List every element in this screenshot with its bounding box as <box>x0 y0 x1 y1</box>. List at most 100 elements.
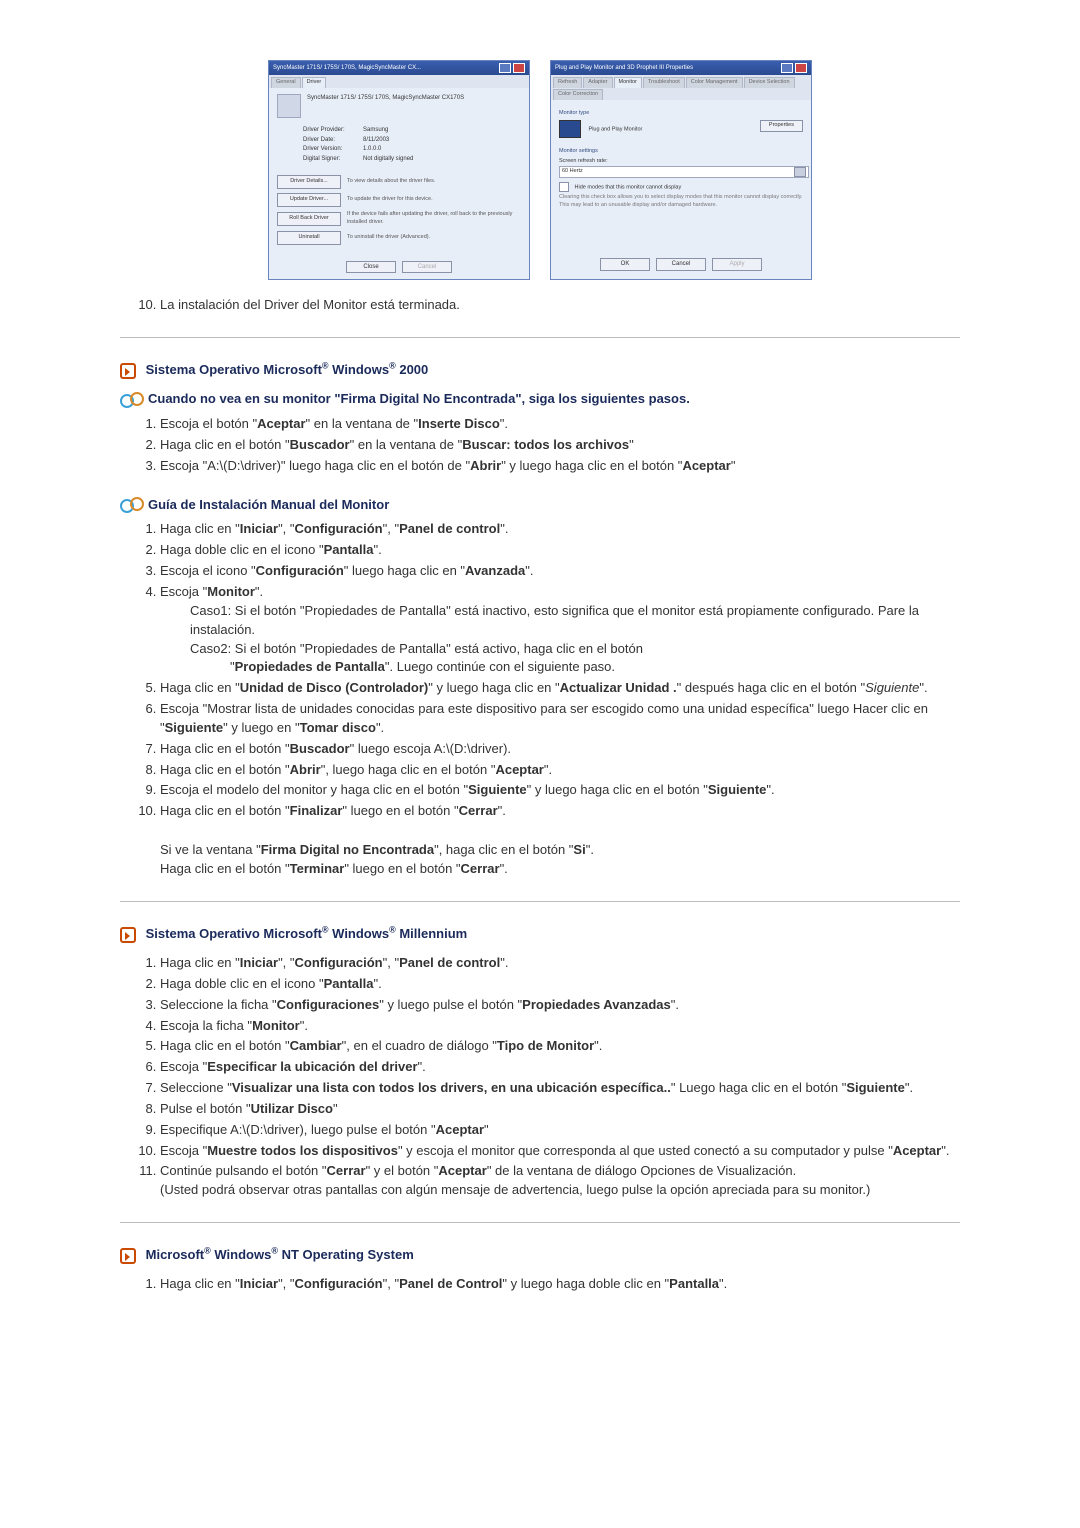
pnp-refresh-select[interactable]: 60 Hertz <box>559 166 809 178</box>
pnp-ok-button[interactable]: OK <box>600 258 650 271</box>
heading-win2000: Sistema Operativo Microsoft® Windows® 20… <box>120 360 960 380</box>
driver-cancel-button[interactable]: Cancel <box>402 261 452 274</box>
list-item: Escoja el botón "Aceptar" en la ventana … <box>160 415 960 434</box>
list-item: Haga clic en "Iniciar", "Configuración",… <box>160 954 960 973</box>
heading-winnt: Microsoft® Windows® NT Operating System <box>120 1245 960 1265</box>
pnp-tab[interactable]: Device Selection <box>744 77 795 88</box>
pnp-apply-button[interactable]: Apply <box>712 258 762 271</box>
win2000-list-1: Escoja el botón "Aceptar" en la ventana … <box>120 415 960 476</box>
monitor-icon <box>559 120 581 138</box>
tab-driver[interactable]: Driver <box>302 77 327 88</box>
pnp-refresh-label: Screen refresh rate: <box>559 158 803 166</box>
list-item: La instalación del Driver del Monitor es… <box>160 296 960 315</box>
pnp-tab[interactable]: Color Correction <box>553 89 603 100</box>
pnp-tab[interactable]: Monitor <box>614 77 642 88</box>
winnt-list: Haga clic en "Iniciar", "Configuración",… <box>120 1275 960 1294</box>
pnp-section-settings: Monitor settings <box>559 148 803 156</box>
close-icon[interactable] <box>795 63 807 73</box>
pnp-tab[interactable]: Color Management <box>686 77 743 88</box>
pnp-section-type: Monitor type <box>559 110 803 118</box>
close-icon[interactable] <box>513 63 525 73</box>
pnp-monitor-name: Plug and Play Monitor <box>589 126 643 132</box>
heading-text: Sistema Operativo Microsoft® Windows® Mi… <box>146 926 468 941</box>
gears-icon <box>120 392 142 408</box>
list-item: Escoja "Mostrar lista de unidades conoci… <box>160 700 960 738</box>
list-item: Pulse el botón "Utilizar Disco" <box>160 1100 960 1119</box>
divider <box>120 1222 960 1223</box>
divider <box>120 337 960 338</box>
provider-value: Samsung <box>363 126 388 135</box>
list-item: Continúe pulsando el botón "Cerrar" y el… <box>160 1162 960 1200</box>
install-steps-tail: La instalación del Driver del Monitor es… <box>120 296 960 315</box>
driver-properties-dialog: SyncMaster 171S/ 175S/ 170S, MagicSyncMa… <box>268 60 530 280</box>
gears-icon <box>120 497 142 513</box>
update-driver-desc: To update the driver for this device. <box>347 196 521 204</box>
driver-dialog-tabs: General Driver <box>269 75 529 88</box>
rollback-driver-button[interactable]: Roll Back Driver <box>277 212 341 226</box>
pnp-properties-button[interactable]: Properties <box>760 120 803 132</box>
arrow-bullet-icon <box>120 1248 136 1264</box>
update-driver-button[interactable]: Update Driver... <box>277 193 341 207</box>
list-item: Haga clic en "Iniciar", "Configuración",… <box>160 520 960 539</box>
driver-dialog-titlebar: SyncMaster 171S/ 175S/ 170S, MagicSyncMa… <box>269 61 529 75</box>
win2000-tail-1: Si ve la ventana "Firma Digital no Encon… <box>160 841 960 860</box>
arrow-bullet-icon <box>120 363 136 379</box>
list-item: Seleccione la ficha "Configuraciones" y … <box>160 996 960 1015</box>
win2000-list-2: Haga clic en "Iniciar", "Configuración",… <box>120 520 960 821</box>
case1: Caso1: Si el botón "Propiedades de Panta… <box>160 602 960 640</box>
pnp-tab[interactable]: Troubleshoot <box>643 77 685 88</box>
chevron-down-icon[interactable] <box>794 167 806 177</box>
pnp-hidemodes-label: Hide modes that this monitor cannot disp… <box>575 184 682 190</box>
list-item: Haga clic en "Iniciar", "Configuración",… <box>160 1275 960 1294</box>
subheading-signature-not-found: Cuando no vea en su monitor "Firma Digit… <box>120 390 960 409</box>
driver-details-desc: To view details about the driver files. <box>347 178 521 186</box>
list-item: Escoja la ficha "Monitor". <box>160 1017 960 1036</box>
pnp-cancel-button[interactable]: Cancel <box>656 258 706 271</box>
arrow-bullet-icon <box>120 927 136 943</box>
version-label: Driver Version: <box>303 145 363 154</box>
monitor-icon <box>277 94 301 118</box>
pnp-tab[interactable]: Refresh <box>553 77 582 88</box>
list-item: Haga clic en el botón "Buscador" en la v… <box>160 436 960 455</box>
date-value: 8/11/2003 <box>363 136 389 145</box>
heading-winme: Sistema Operativo Microsoft® Windows® Mi… <box>120 924 960 944</box>
case2: Caso2: Si el botón "Propiedades de Panta… <box>160 640 960 678</box>
list-item: Haga clic en el botón "Cambiar", en el c… <box>160 1037 960 1056</box>
provider-label: Driver Provider: <box>303 126 363 135</box>
pnp-properties-dialog: Plug and Play Monitor and 3D Prophet III… <box>550 60 812 280</box>
heading-text: Sistema Operativo Microsoft® Windows® 20… <box>146 362 429 377</box>
pnp-tab[interactable]: Adapter <box>583 77 612 88</box>
list-item: Haga clic en el botón "Finalizar" luego … <box>160 802 960 821</box>
divider <box>120 901 960 902</box>
list-item: Escoja el modelo del monitor y haga clic… <box>160 781 960 800</box>
driver-details-button[interactable]: Driver Details... <box>277 175 341 189</box>
heading-text: Microsoft® Windows® NT Operating System <box>146 1247 414 1262</box>
minimize-icon[interactable] <box>499 63 511 73</box>
driver-close-button[interactable]: Close <box>346 261 396 274</box>
rollback-driver-desc: If the device fails after updating the d… <box>347 211 521 227</box>
uninstall-button[interactable]: Uninstall <box>277 231 341 245</box>
signer-value: Not digitally signed <box>363 155 413 164</box>
version-value: 1.0.0.0 <box>363 145 381 154</box>
list-item: Haga clic en el botón "Buscador" luego e… <box>160 740 960 759</box>
list-item: Especifique A:\(D:\driver), luego pulse … <box>160 1121 960 1140</box>
signer-label: Digital Signer: <box>303 155 363 164</box>
uninstall-desc: To uninstall the driver (Advanced). <box>347 234 521 242</box>
list-item: Haga clic en "Unidad de Disco (Controlad… <box>160 679 960 698</box>
list-item: Escoja "Muestre todos los dispositivos" … <box>160 1142 960 1161</box>
pnp-hidemodes-checkbox[interactable] <box>559 182 569 192</box>
tab-general[interactable]: General <box>271 77 301 88</box>
list-item: Seleccione "Visualizar una lista con tod… <box>160 1079 960 1098</box>
winme-list: Haga clic en "Iniciar", "Configuración",… <box>120 954 960 1200</box>
screenshot-row: SyncMaster 171S/ 175S/ 170S, MagicSyncMa… <box>120 60 960 280</box>
help-icon[interactable] <box>781 63 793 73</box>
list-item: Escoja el icono "Configuración" luego ha… <box>160 562 960 581</box>
list-item: Haga doble clic en el icono "Pantalla". <box>160 975 960 994</box>
pnp-dialog-tabs: Refresh Adapter Monitor Troubleshoot Col… <box>551 75 811 100</box>
list-item: Haga doble clic en el icono "Pantalla". <box>160 541 960 560</box>
date-label: Driver Date: <box>303 136 363 145</box>
subheading-manual-guide: Guía de Instalación Manual del Monitor <box>120 496 960 515</box>
list-item: Escoja "Monitor". Caso1: Si el botón "Pr… <box>160 583 960 677</box>
driver-dialog-title: SyncMaster 171S/ 175S/ 170S, MagicSyncMa… <box>273 64 421 73</box>
list-item: Escoja "Especificar la ubicación del dri… <box>160 1058 960 1077</box>
